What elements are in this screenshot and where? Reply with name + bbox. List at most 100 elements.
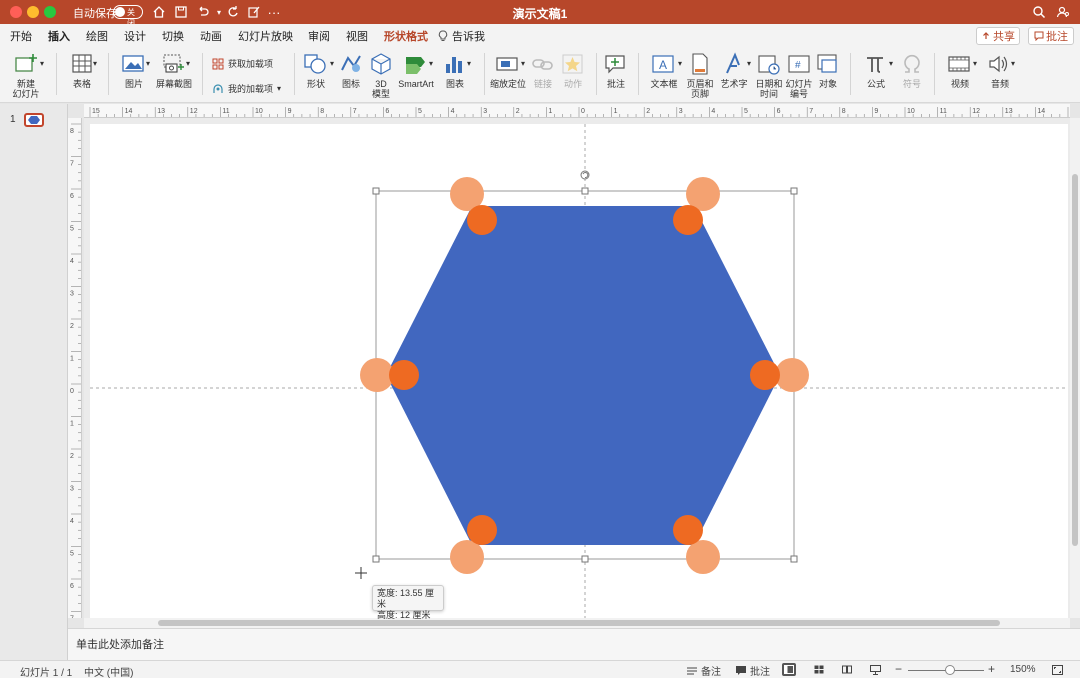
save-icon[interactable]: [172, 3, 190, 21]
textbox-button[interactable]: A 文本框: [646, 51, 682, 89]
maximize-window-button[interactable]: [44, 6, 56, 18]
ruler-label: 15: [92, 108, 100, 115]
tab-slideshow[interactable]: 幻灯片放映: [238, 28, 293, 44]
vertical-scrollbar-thumb[interactable]: [1072, 174, 1078, 546]
datetime-button[interactable]: 日期和 时间: [754, 51, 784, 99]
chevron-down-icon[interactable]: ▾: [93, 59, 97, 68]
resize-handle-top-right[interactable]: [790, 187, 798, 195]
resize-handle-bottom-right[interactable]: [790, 555, 798, 563]
notes-pane[interactable]: 单击此处添加备注: [68, 628, 1080, 660]
tab-shape-format[interactable]: 形状格式: [384, 28, 428, 44]
ruler-label: 9: [874, 108, 878, 115]
comments-toggle-button[interactable]: 批注: [735, 663, 770, 678]
video-button[interactable]: 视频: [942, 51, 978, 89]
chevron-down-icon[interactable]: ▾: [467, 59, 471, 68]
my-addins-button[interactable]: 我的加载项 ▾: [212, 82, 281, 95]
screenshot-button[interactable]: 屏幕截图: [152, 51, 196, 89]
normal-view-button[interactable]: [782, 663, 796, 676]
get-addins-button[interactable]: 获取加载项: [212, 57, 273, 70]
resize-handle-top[interactable]: [581, 187, 589, 195]
equation-button[interactable]: 公式: [860, 51, 892, 89]
resize-handle-bottom-left[interactable]: [372, 555, 380, 563]
slide-canvas[interactable]: [84, 118, 1070, 620]
account-icon[interactable]: [1054, 3, 1072, 21]
horizontal-scrollbar-thumb[interactable]: [158, 620, 1000, 626]
zoom-slider-knob[interactable]: [945, 665, 955, 675]
smartart-button[interactable]: SmartArt: [396, 51, 436, 89]
ruler-label: 8: [320, 108, 324, 115]
zoom-button[interactable]: 缩放定位: [488, 51, 528, 89]
tab-transitions[interactable]: 切换: [162, 28, 184, 44]
slide-number-button[interactable]: # 幻灯片 编号: [784, 51, 814, 99]
vertical-scrollbar[interactable]: [1070, 118, 1080, 618]
comment-insert-button[interactable]: 批注: [602, 51, 630, 89]
chevron-down-icon[interactable]: ▾: [146, 59, 150, 68]
audio-button[interactable]: 音频: [982, 51, 1018, 89]
new-slide-label: 新建: [16, 79, 35, 89]
rotate-handle[interactable]: [580, 170, 590, 180]
header-footer-button[interactable]: 页眉和 页脚: [684, 51, 716, 99]
icons-button[interactable]: 图标: [336, 51, 366, 89]
action-button[interactable]: 动作: [560, 51, 586, 89]
status-bar: 幻灯片 1 / 1 中文 (中国) 备注 批注 − + 150%: [0, 660, 1080, 678]
edit-icon[interactable]: [245, 3, 263, 21]
tab-draw[interactable]: 绘图: [86, 28, 108, 44]
chart-button[interactable]: 图表: [440, 51, 470, 89]
slide[interactable]: [90, 124, 1068, 620]
hexagon-shape[interactable]: [386, 206, 780, 545]
zoom-in-button[interactable]: +: [988, 662, 995, 676]
slideshow-view-button[interactable]: [868, 663, 882, 676]
fit-to-window-button[interactable]: [1050, 663, 1064, 676]
zoom-out-button[interactable]: −: [895, 662, 902, 676]
chevron-down-icon[interactable]: ▾: [973, 59, 977, 68]
link-button[interactable]: 链接: [530, 51, 556, 89]
ruler-label: 3: [679, 108, 683, 115]
language-indicator[interactable]: 中文 (中国): [84, 664, 133, 678]
comments-button[interactable]: 批注: [1028, 27, 1074, 45]
autosave-toggle[interactable]: 关闭: [113, 5, 143, 28]
close-window-button[interactable]: [10, 6, 22, 18]
chevron-down-icon[interactable]: ▾: [521, 59, 525, 68]
zoom-level[interactable]: 150%: [1010, 664, 1036, 675]
share-button[interactable]: 共享: [976, 27, 1020, 45]
ruler-label: 12: [972, 108, 980, 115]
audio-label: 音频: [990, 79, 1009, 89]
symbol-button[interactable]: 符号: [898, 51, 926, 89]
tab-tell-me[interactable]: 告诉我: [438, 28, 485, 44]
tab-insert[interactable]: 插入: [48, 28, 70, 49]
tab-design[interactable]: 设计: [124, 28, 146, 44]
chevron-down-icon[interactable]: ▾: [40, 59, 44, 68]
resize-handle-top-left[interactable]: [372, 187, 380, 195]
picture-button[interactable]: 图片: [116, 51, 152, 89]
search-icon[interactable]: [1030, 3, 1048, 21]
minimize-window-button[interactable]: [27, 6, 39, 18]
chevron-down-icon[interactable]: ▾: [186, 59, 190, 68]
resize-handle-bottom[interactable]: [581, 555, 589, 563]
wordart-button[interactable]: 艺术字: [718, 51, 750, 89]
object-button[interactable]: 对象: [814, 51, 842, 89]
chevron-down-icon[interactable]: ▾: [889, 59, 893, 68]
chevron-down-icon[interactable]: ▾: [429, 59, 433, 68]
slide-thumbnail[interactable]: [24, 113, 44, 127]
reading-view-button[interactable]: [840, 663, 854, 676]
horizontal-ruler[interactable]: 15 14 13 12 11 10 9 8 7 6 5 4 3 2 1 0 1 2 3 4 5 6 7 8 9 10 11 12 13 1…: [84, 104, 1070, 118]
home-icon[interactable]: [150, 3, 168, 21]
vertical-ruler[interactable]: 8 7 6 5 4 3 2 1 0 1 2 3 4 5 6 7: [68, 118, 82, 618]
chevron-down-icon[interactable]: ▾: [747, 59, 751, 68]
new-slide-button[interactable]: 新建 幻灯片: [8, 51, 44, 99]
chevron-down-icon[interactable]: ▾: [678, 59, 682, 68]
slide-sorter-view-button[interactable]: [812, 663, 826, 676]
more-icon[interactable]: ···: [265, 3, 283, 21]
horizontal-scrollbar[interactable]: [84, 618, 1070, 628]
chevron-down-icon[interactable]: ▾: [1011, 59, 1015, 68]
tab-home[interactable]: 开始: [10, 28, 32, 44]
3d-models-button[interactable]: 3D 模型: [368, 51, 394, 99]
shapes-button[interactable]: 形状: [300, 51, 332, 89]
tab-animations[interactable]: 动画: [200, 28, 222, 44]
table-button[interactable]: 表格: [62, 51, 102, 89]
redo-icon[interactable]: [224, 3, 242, 21]
tab-view[interactable]: 视图: [346, 28, 368, 44]
notes-toggle-button[interactable]: 备注: [686, 663, 721, 678]
chevron-down-icon[interactable]: ▾: [330, 59, 334, 68]
tab-review[interactable]: 审阅: [308, 28, 330, 44]
